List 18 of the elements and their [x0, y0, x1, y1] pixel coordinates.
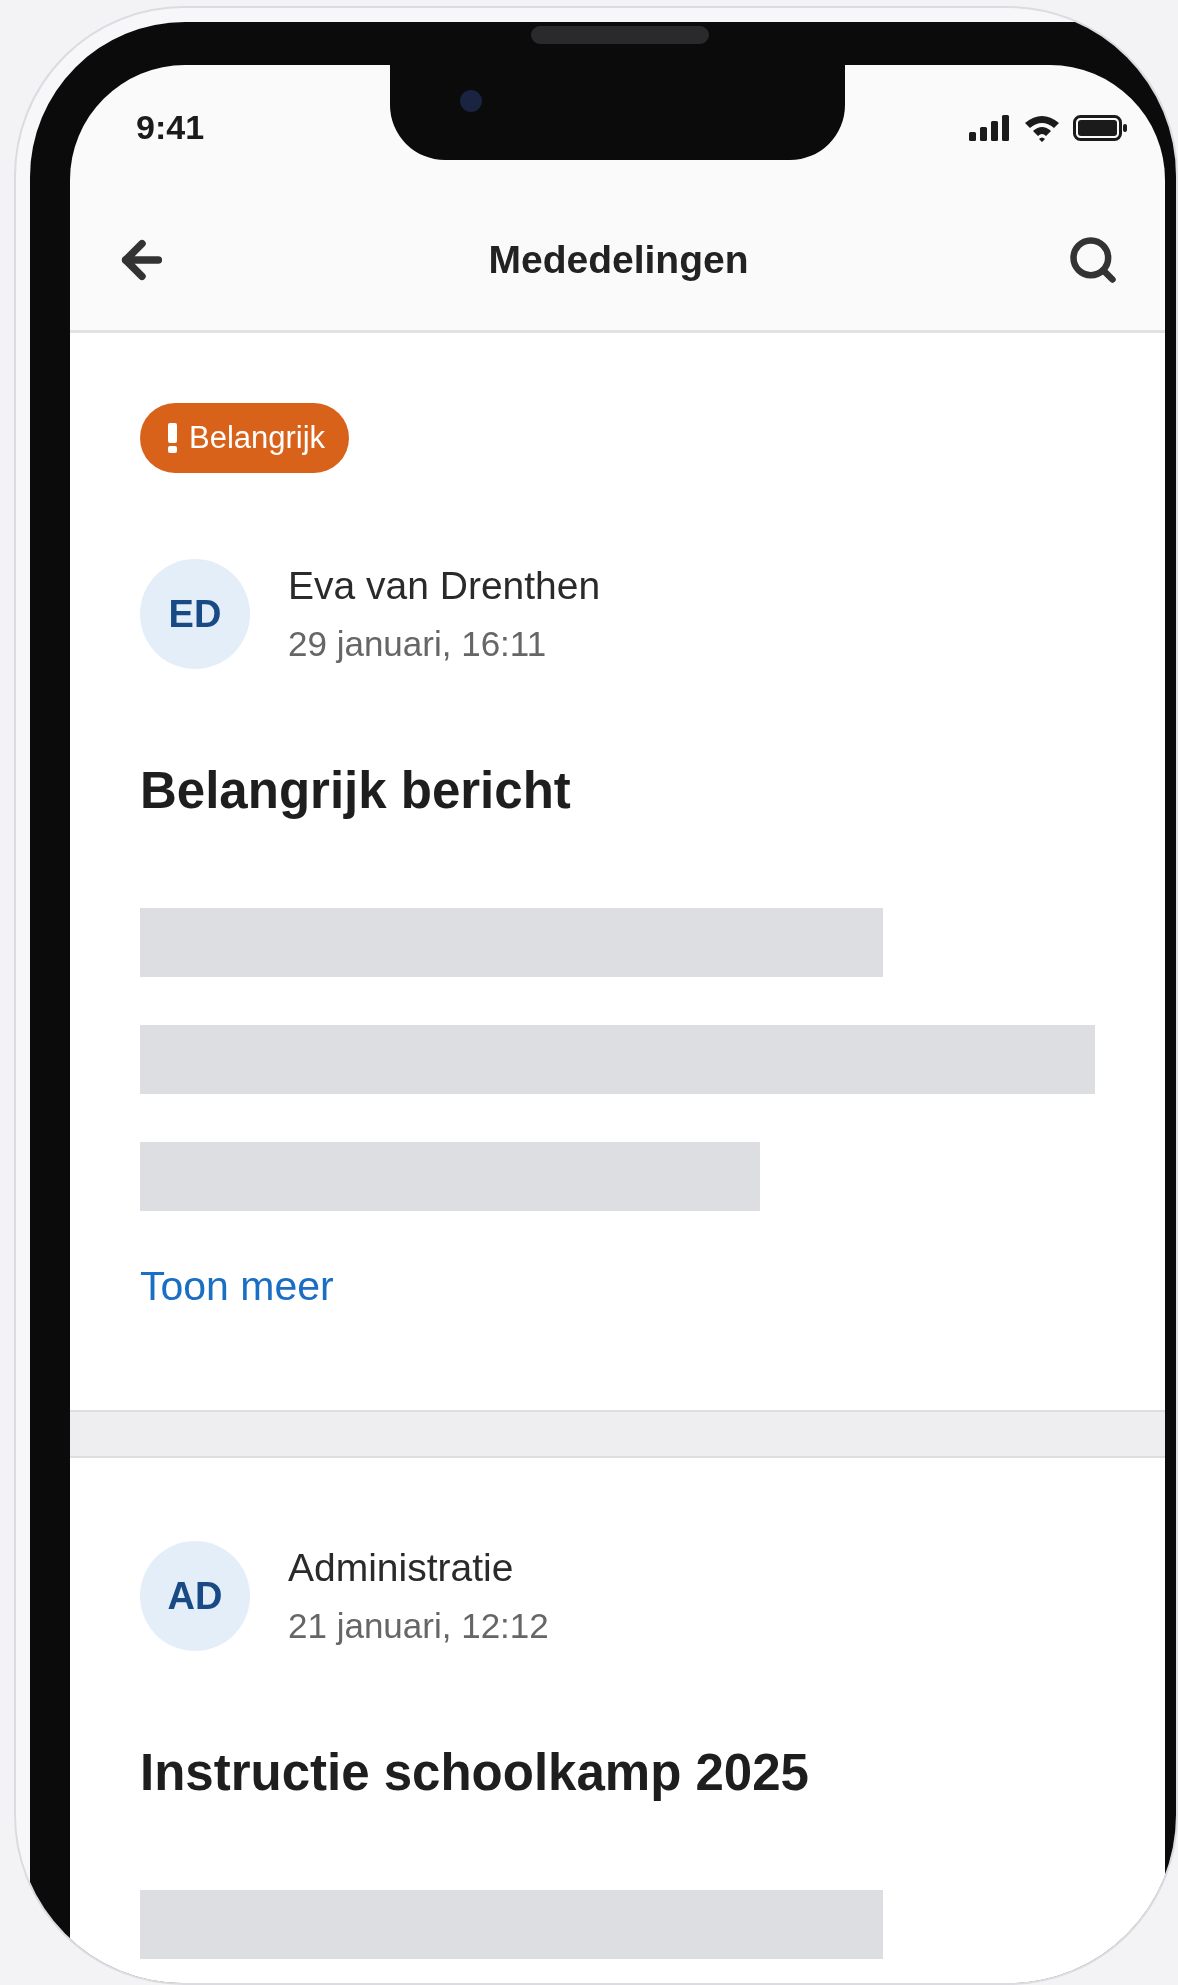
post-date: 29 januari, 16:11 — [288, 624, 548, 664]
camera-icon — [460, 90, 482, 112]
wifi-icon — [1023, 113, 1061, 142]
battery-icon — [1073, 114, 1127, 141]
sender-name: Administratie — [288, 1546, 515, 1590]
show-more-link[interactable]: Toon meer — [140, 1263, 334, 1310]
sender-avatar: ED — [140, 559, 250, 669]
status-time: 9:41 — [136, 108, 205, 147]
announcement-title: Instructie schoolkamp 2025 — [140, 1743, 809, 1802]
post-date: 21 januari, 12:12 — [288, 1606, 549, 1646]
sender-avatar: AD — [140, 1541, 250, 1651]
important-badge: Belangrijk — [140, 403, 350, 473]
page-title: Mededelingen — [488, 238, 749, 282]
announcement-title: Belangrijk bericht — [140, 761, 571, 820]
search-icon — [1067, 234, 1119, 286]
signal-icon — [969, 114, 1011, 141]
exclamation-icon — [168, 423, 177, 453]
sender-name: Eva van Drenthen — [288, 564, 601, 608]
